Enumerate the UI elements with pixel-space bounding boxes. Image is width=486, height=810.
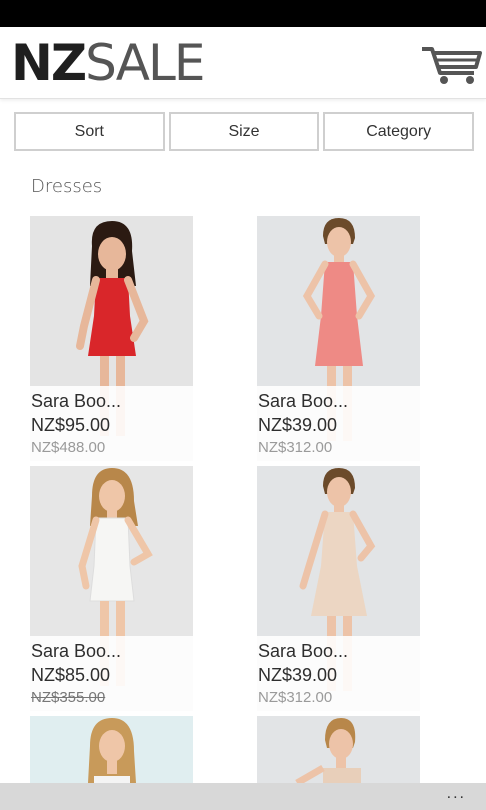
product-info: Sara Boo... NZ$95.00 NZ$488.00	[30, 386, 193, 461]
original-price: NZ$312.00	[258, 439, 333, 456]
product-image	[30, 716, 193, 783]
sale-price: NZ$39.00	[258, 415, 338, 435]
product-card[interactable]	[257, 716, 420, 783]
logo-sale-text: SALE	[85, 34, 205, 92]
product-image	[257, 716, 420, 783]
product-info: Sara Boo... NZ$85.00 NZ$355.00	[30, 636, 193, 711]
shopping-cart-icon[interactable]	[418, 41, 486, 87]
sort-button[interactable]: Sort	[14, 112, 165, 151]
size-button[interactable]: Size	[168, 112, 320, 151]
product-name: Sara Boo...	[31, 391, 122, 411]
product-card[interactable]: Sara Boo... NZ$39.00 NZ$312.00	[257, 466, 420, 711]
category-button[interactable]: Category	[323, 112, 475, 151]
product-card[interactable]: Sara Boo... NZ$85.00 NZ$355.00	[30, 466, 193, 711]
original-price: NZ$312.00	[258, 689, 333, 706]
app-bar: ...	[0, 783, 486, 810]
more-options-button[interactable]: ...	[447, 785, 466, 803]
product-name: Sara Boo...	[258, 641, 349, 661]
app-header: NZSALE	[0, 27, 486, 99]
sale-price: NZ$39.00	[258, 665, 338, 685]
nzsale-logo[interactable]: NZSALE	[11, 38, 205, 88]
product-card[interactable]	[30, 716, 193, 783]
sale-price: NZ$95.00	[31, 415, 111, 435]
logo-nz-text: NZ	[11, 34, 87, 92]
product-name: Sara Boo...	[258, 391, 349, 411]
section-title: Dresses	[31, 176, 103, 197]
original-price: NZ$488.00	[31, 439, 106, 456]
product-info: Sara Boo... NZ$39.00 NZ$312.00	[257, 636, 420, 711]
product-card[interactable]: Sara Boo... NZ$39.00 NZ$312.00	[257, 216, 420, 461]
original-price: NZ$355.00	[31, 689, 106, 706]
filter-bar: Sort Size Category	[14, 112, 475, 151]
product-name: Sara Boo...	[31, 641, 122, 661]
product-info: Sara Boo... NZ$39.00 NZ$312.00	[257, 386, 420, 461]
system-status-bar	[0, 0, 486, 27]
sale-price: NZ$85.00	[31, 665, 111, 685]
product-card[interactable]: Sara Boo... NZ$95.00 NZ$488.00	[30, 216, 193, 461]
